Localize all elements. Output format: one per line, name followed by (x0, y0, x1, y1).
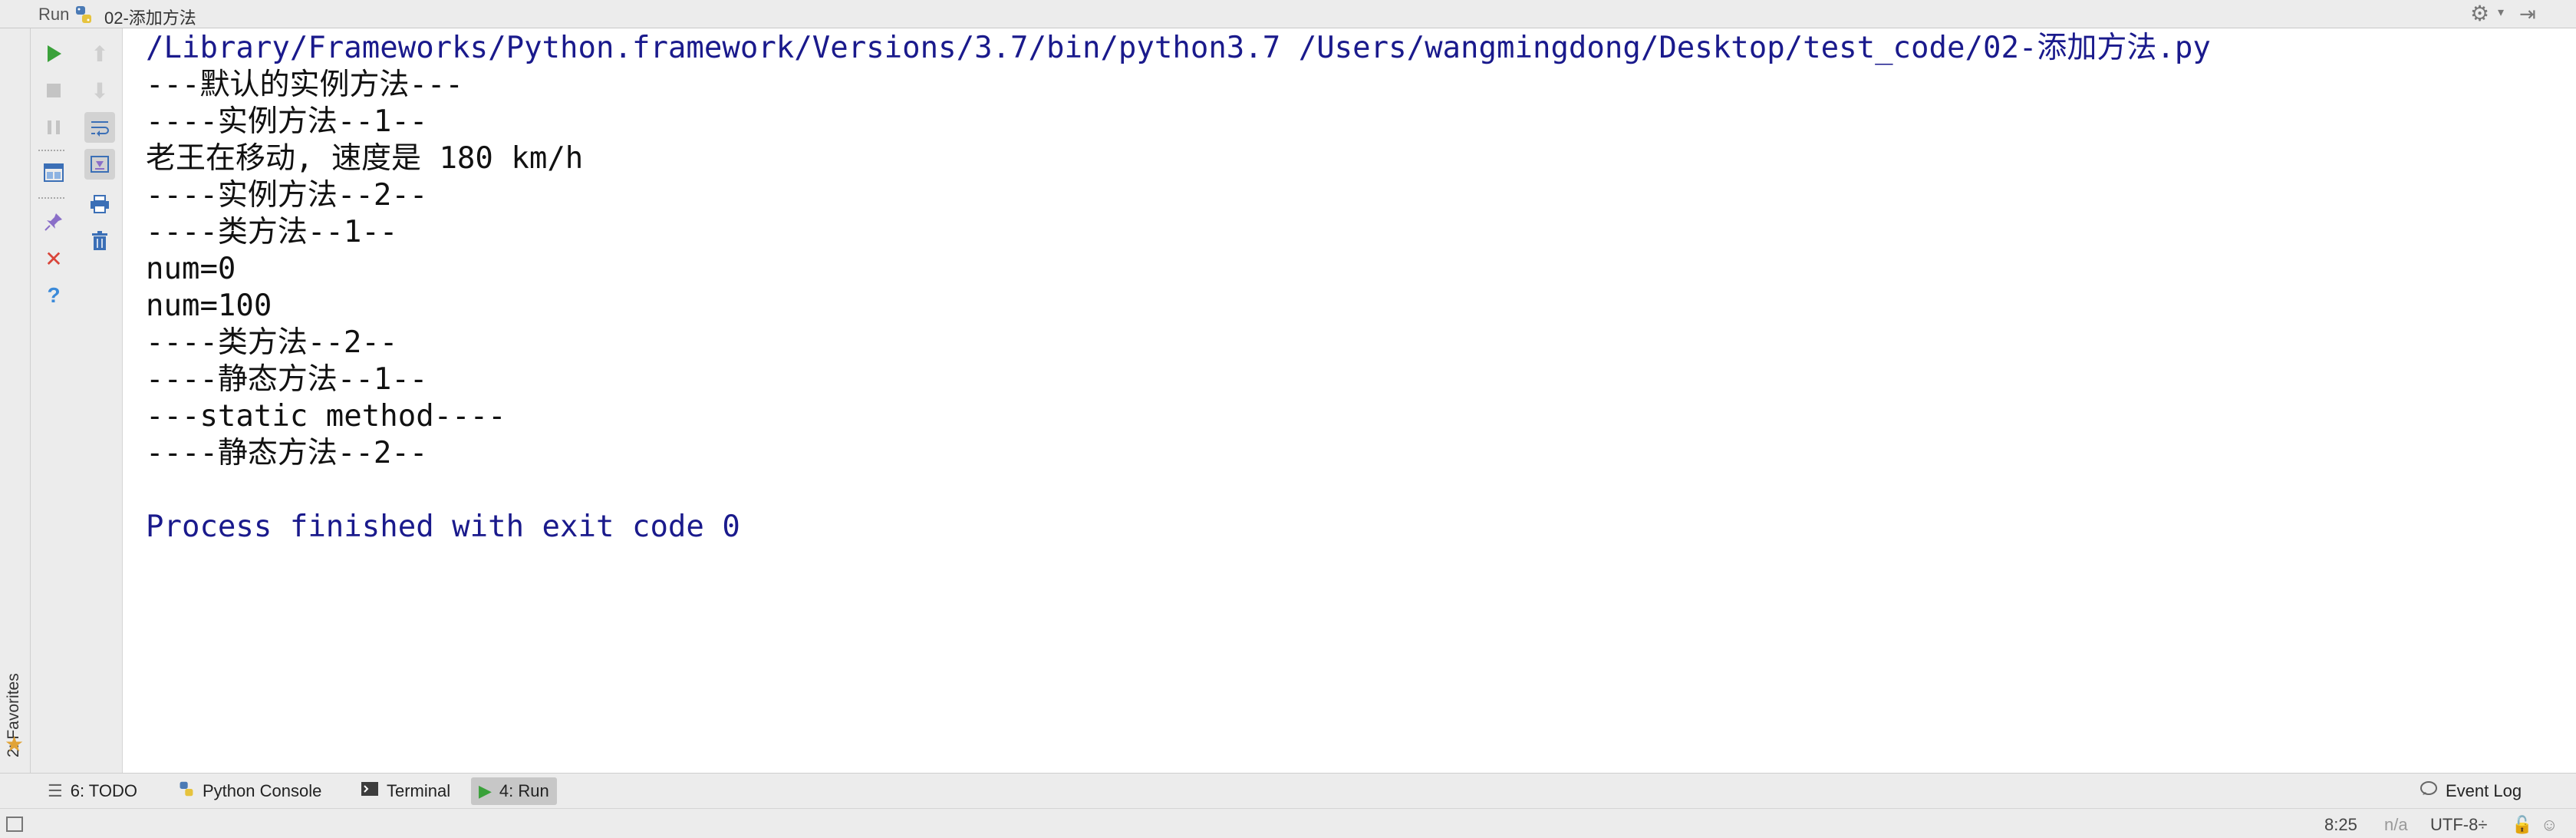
console-line: ----类方法--2-- (146, 325, 398, 360)
toolbar-divider (38, 197, 64, 199)
run-toolbar: ✕ ? ⬆ ⬇ (31, 28, 123, 773)
run-tool-window-header: Run 02-添加方法 ⚙ ▾ ⇥ (0, 0, 2576, 28)
status-bar: 8:25 n/a UTF-8÷ 🔓 ☺ (0, 808, 2576, 838)
run-tab[interactable]: ▶ 4: Run (471, 777, 557, 805)
print-button[interactable] (84, 189, 115, 219)
pause-button[interactable] (38, 112, 69, 143)
stop-button[interactable] (38, 75, 69, 106)
event-log-tab[interactable]: Event Log (2412, 777, 2529, 805)
clear-all-button[interactable] (84, 226, 115, 256)
hide-panel-icon[interactable]: ⇥ (2519, 2, 2536, 26)
star-icon[interactable]: ★ (5, 731, 24, 757)
console-line: ---static method---- (146, 399, 506, 434)
encoding-selector[interactable]: UTF-8÷ (2430, 815, 2487, 835)
play-icon: ▶ (479, 781, 492, 800)
pin-tab-button[interactable] (38, 206, 69, 237)
python-file-icon (76, 6, 91, 23)
run-tab-label: 4: Run (499, 781, 549, 800)
soft-wrap-icon (91, 121, 109, 137)
pause-icon (48, 120, 60, 134)
console-line: 老王在移动, 速度是 180 km/h (146, 141, 584, 176)
console-line: num=100 (146, 289, 272, 323)
tool-windows-toggle-icon[interactable] (6, 817, 23, 832)
down-arrow-icon[interactable]: ⬇ (84, 75, 115, 106)
console-line: ----静态方法--1-- (146, 362, 428, 397)
up-arrow-icon[interactable]: ⬆ (84, 38, 115, 69)
console-line: ----实例方法--2-- (146, 178, 428, 213)
play-icon (48, 45, 61, 62)
caret-position[interactable]: 8:25 (2324, 815, 2357, 835)
restore-layout-button[interactable] (38, 157, 69, 188)
trash-icon (92, 231, 107, 250)
scroll-to-end-button[interactable] (84, 149, 115, 180)
scroll-to-end-icon (91, 156, 109, 173)
lock-icon[interactable]: 🔓 (2512, 815, 2532, 835)
layout-icon (44, 163, 64, 182)
left-tool-stripe: 2: Favorites ★ (0, 28, 31, 773)
close-icon[interactable]: ✕ (38, 243, 69, 274)
console-line-command: /Library/Frameworks/Python.framework/Ver… (146, 31, 2211, 65)
console-line: ----静态方法--2-- (146, 436, 428, 470)
console-output[interactable]: /Library/Frameworks/Python.framework/Ver… (123, 28, 2576, 773)
terminal-tab[interactable]: Terminal (353, 777, 458, 805)
terminal-tab-label: Terminal (387, 781, 451, 800)
speech-bubble-icon (2420, 780, 2438, 803)
event-log-tab-label: Event Log (2446, 781, 2522, 800)
gear-icon[interactable]: ⚙ (2470, 1, 2489, 26)
console-line: ---默认的实例方法--- (146, 68, 463, 102)
run-config-name: 02-添加方法 (104, 8, 196, 28)
line-separator-indicator[interactable]: n/a (2384, 815, 2408, 835)
run-title: Run (38, 5, 70, 24)
print-icon (91, 195, 109, 213)
tool-window-bar: ☰ 6: TODO Python Console Terminal ▶ 4: R… (0, 773, 2576, 808)
rerun-button[interactable] (38, 38, 69, 69)
console-line: ----类方法--1-- (146, 215, 398, 249)
console-line: ----实例方法--1-- (146, 104, 428, 139)
stop-icon (47, 84, 61, 97)
toolbar-divider (38, 150, 64, 151)
console-line: num=0 (146, 252, 236, 286)
todo-tab-label: 6: TODO (70, 781, 137, 800)
inspector-icon[interactable]: ☺ (2541, 815, 2558, 835)
todo-icon: ☰ (48, 781, 63, 800)
soft-wrap-button[interactable] (84, 112, 115, 143)
python-icon (178, 780, 195, 802)
python-console-tab[interactable]: Python Console (170, 777, 329, 805)
help-icon[interactable]: ? (38, 280, 69, 311)
terminal-icon (361, 781, 379, 801)
console-line-exit-status: Process finished with exit code 0 (146, 510, 740, 544)
todo-tab[interactable]: ☰ 6: TODO (40, 777, 145, 805)
chevron-down-icon[interactable]: ▾ (2498, 5, 2504, 20)
pin-icon (44, 213, 62, 231)
python-console-tab-label: Python Console (203, 781, 322, 800)
